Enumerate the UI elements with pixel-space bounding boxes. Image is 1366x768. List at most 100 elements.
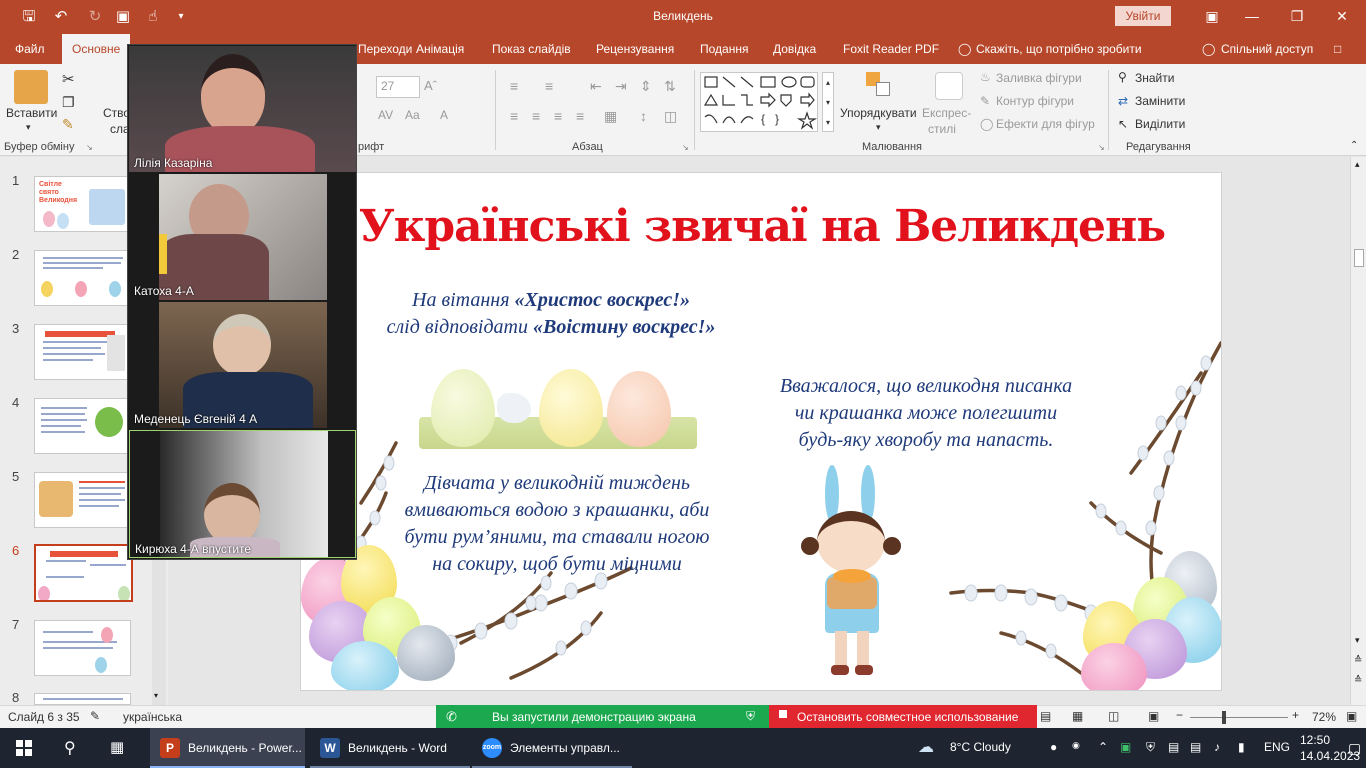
zoom-slider[interactable] [1190,717,1288,718]
search-icon[interactable]: ⚲ [64,738,76,758]
quick-styles-icon[interactable] [935,72,963,100]
font-spacing-icon[interactable]: AV [378,108,393,122]
tab-transitions[interactable]: Переходи [358,42,412,56]
scrollbar-thumb[interactable] [1354,249,1364,267]
spellcheck-icon[interactable]: ✎ [90,709,100,723]
zoom-tray-icon[interactable]: ◉ [1072,740,1080,751]
normal-view-icon[interactable]: ▤ [1040,709,1051,723]
text-direction-icon[interactable]: ⇅ [664,78,676,95]
tab-help[interactable]: Довідка [773,42,816,56]
windows-start-icon[interactable] [16,740,32,756]
align-text-icon[interactable]: ↕ [640,108,647,124]
find-button[interactable]: Знайти [1135,71,1174,85]
stop-share-button[interactable]: Остановить совместное использование [769,705,1037,729]
slide-thumbnail-6[interactable] [34,544,133,602]
comments-icon[interactable]: □ [1334,42,1341,56]
slide-thumbnail-2[interactable] [34,250,131,306]
reading-view-icon[interactable]: ◫ [1108,709,1119,723]
numbering-icon[interactable]: ≡ [545,78,553,94]
tell-me-box[interactable]: Скажіть, що потрібно зробити [976,42,1142,56]
previous-slide-icon[interactable]: ≙ [1354,655,1362,666]
align-left-icon[interactable]: ≡ [510,108,518,124]
shape-effects-button[interactable]: Ефекти для фігур [996,117,1095,131]
shape-outline-button[interactable]: Контур фігури [996,94,1074,108]
taskbar-app-zoom[interactable]: zoom Элементы управл... [472,728,632,768]
tab-home[interactable]: Основне [62,34,131,64]
slide-thumbnail-5[interactable] [34,472,131,528]
justify-icon[interactable]: ≡ [576,108,584,124]
network-icon[interactable]: ▤ [1190,740,1201,754]
notifications-icon[interactable]: ▢ [1348,740,1361,757]
taskbar-app-powerpoint[interactable]: P Великдень - Power... [150,728,305,768]
change-case-icon[interactable]: Aa [405,108,420,122]
tab-foxit[interactable]: Foxit Reader PDF [843,42,939,56]
cut-icon[interactable]: ✂ [62,70,75,88]
tab-review[interactable]: Рецензування [596,42,674,56]
zoom-in-icon[interactable]: + [1292,708,1299,722]
columns-icon[interactable]: ▦ [604,108,617,125]
task-view-icon[interactable]: ▦ [110,738,124,756]
zoom-slider-handle[interactable] [1222,711,1226,724]
drawing-launcher-icon[interactable]: ↘ [1098,143,1105,152]
input-language[interactable]: ENG [1264,740,1290,754]
video-tile[interactable]: Лілія Казаріна [129,46,356,172]
arrange-icon[interactable] [866,72,892,98]
line-spacing-icon[interactable]: ⇕ [640,78,652,95]
replace-button[interactable]: Замінити [1135,94,1185,108]
clock-time[interactable]: 12:50 [1300,733,1330,747]
battery-icon[interactable]: ▮ [1238,740,1245,754]
tab-view[interactable]: Подання [700,42,748,56]
slide-thumbnail-4[interactable] [34,398,131,454]
format-painter-icon[interactable]: ✎ [62,116,74,133]
language-indicator[interactable]: українська [123,710,182,724]
copy-icon[interactable]: ❐ [62,94,75,111]
ribbon-display-icon[interactable]: ▣ [1190,4,1234,28]
slide-sorter-icon[interactable]: ▦ [1072,709,1083,723]
chevron-up-icon[interactable]: ⌃ [1098,740,1108,754]
align-right-icon[interactable]: ≡ [554,108,562,124]
smartart-icon[interactable]: ◫ [664,108,677,125]
next-slide-icon[interactable]: ≙ [1354,675,1362,686]
clipboard-launcher-icon[interactable]: ↘ [86,143,93,152]
scroll-down-icon[interactable]: ▾ [1355,635,1360,646]
align-center-icon[interactable]: ≡ [532,108,540,124]
paragraph-launcher-icon[interactable]: ↘ [682,143,689,152]
tab-animations[interactable]: Анімація [416,42,464,56]
increase-font-icon[interactable]: Aˆ [424,78,437,93]
zoom-video-panel[interactable]: Лілія Казаріна Катоха 4-А Меденець Євген… [127,44,357,560]
weather-text[interactable]: 8°C Cloudy [950,740,1011,754]
volume-icon[interactable]: ♪ [1214,740,1220,754]
outdent-icon[interactable]: ⇥ [615,78,627,95]
microphone-icon[interactable]: ● [1050,740,1057,754]
editor-scrollbar[interactable]: ▴ ▾ ≙ ≙ [1350,157,1366,705]
slideshow-view-icon[interactable]: ▣ [1148,709,1159,723]
paste-button[interactable]: Вставити [6,106,57,120]
minimize-icon[interactable]: — [1230,4,1274,28]
slide-thumbnail-7[interactable] [34,620,131,676]
scroll-down-icon[interactable]: ▾ [154,691,158,700]
tray-app-icon[interactable]: ▣ [1120,740,1131,754]
shapes-gallery[interactable]: { } [700,72,818,132]
arrange-button[interactable]: Упорядкувати [840,106,917,120]
slide-thumbnail-3[interactable] [34,324,131,380]
video-tile[interactable]: Меденець Євгеній 4 А [129,302,356,428]
indent-icon[interactable]: ⇤ [590,78,602,95]
bullets-icon[interactable]: ≡ [510,78,518,94]
signin-button[interactable]: Увійти [1115,6,1171,26]
quick-styles-button[interactable]: Експрес- [922,106,971,120]
video-tile-active-speaker[interactable]: Кирюха 4-А впустите [129,430,356,558]
slide-thumbnail-8[interactable] [34,693,131,705]
zoom-level[interactable]: 72% [1312,710,1336,724]
paste-icon[interactable] [14,70,48,104]
shape-fill-button[interactable]: Заливка фігури [996,71,1082,85]
girls-custom-text[interactable]: Дівчата у великодній тиждень вмиваються … [367,470,747,578]
scroll-up-icon[interactable]: ▴ [1355,159,1360,170]
shapes-gallery-scroll[interactable]: ▴ ▾ ▾ [822,72,834,132]
arrange-dropdown-icon[interactable]: ▾ [876,122,881,133]
restore-icon[interactable]: ❐ [1275,4,1319,28]
video-tile[interactable]: Катоха 4-А [129,174,356,300]
belief-text[interactable]: Вважалося, що великодня писанка чи краша… [741,373,1111,454]
close-icon[interactable]: ✕ [1320,4,1364,28]
security-icon[interactable]: ⛨ [1146,740,1155,755]
collapse-ribbon-icon[interactable]: ⌃ [1350,140,1358,151]
